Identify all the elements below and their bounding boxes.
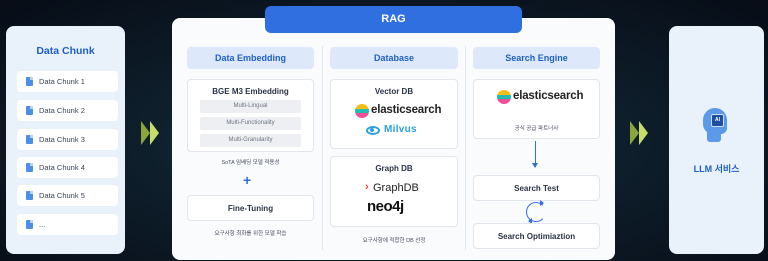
vector-db-title: Vector DB [374, 87, 414, 96]
data-chunk-title: Data Chunk [36, 45, 95, 57]
search-test-title: Search Test [514, 184, 559, 193]
arrow-right-icon [150, 121, 159, 145]
search-optimization-title: Search Optimiaztion [497, 232, 576, 241]
data-chunk-item: Data Chunk 1 [17, 71, 118, 92]
llm-service-title: LLM 서비스 [693, 164, 740, 174]
model-note: SoTA 임베딩 모델 적용성 [221, 160, 280, 166]
search-test-box: Search Test [473, 175, 600, 201]
bge-m3-title: BGE M3 Embedding [212, 87, 289, 96]
database-note: 요구사항에 적합한 DB 선정 [362, 238, 426, 244]
ai-head-icon: AI [701, 108, 731, 144]
data-embedding-header: Data Embedding [187, 47, 314, 69]
data-chunk-panel: Data Chunk Data Chunk 1 Data Chunk 2 Dat… [6, 26, 125, 254]
database-header: Database [330, 47, 458, 69]
graphdb-logo-icon: › [365, 181, 369, 193]
milvus-logo: Milvus [384, 124, 417, 135]
data-chunk-label: Data Chunk 3 [39, 135, 85, 144]
ai-chip-label: AI [711, 114, 724, 127]
data-chunk-item: ... [17, 214, 118, 235]
document-icon [26, 220, 33, 229]
milvus-logo-icon [366, 126, 380, 135]
graphdb-logo: GraphDB [373, 182, 419, 194]
data-chunk-item: Data Chunk 3 [17, 129, 118, 150]
elasticsearch-logo-icon [497, 90, 511, 104]
data-chunk-item: Data Chunk 4 [17, 157, 118, 178]
rag-title: RAG [265, 6, 522, 33]
llm-service-panel: AI LLM 서비스 [669, 26, 764, 254]
search-engine-header: Search Engine [473, 47, 600, 69]
down-arrow-icon [532, 141, 538, 168]
neo4j-logo: neo4j [367, 198, 404, 215]
arrow-right-icon [639, 121, 648, 145]
data-chunk-item: Data Chunk 2 [17, 100, 118, 121]
bge-m3-box: BGE M3 Embedding Multi-Lingual Multi-Fun… [187, 79, 314, 152]
data-chunk-label: Data Chunk 1 [39, 77, 85, 86]
arrow-right-icon [630, 121, 639, 145]
arrow-right-icon [141, 121, 150, 145]
column-divider [322, 46, 323, 250]
elasticsearch-logo-icon [355, 104, 369, 118]
document-icon [26, 163, 33, 172]
partner-note: 공식 공급 파트너사 [514, 126, 559, 132]
document-icon [26, 106, 33, 115]
search-optimization-box: Search Optimiaztion [473, 223, 600, 249]
feature-tag: Multi-Lingual [200, 100, 301, 113]
document-icon [26, 191, 33, 200]
feature-tag: Multi-Granularity [200, 134, 301, 147]
column-divider [465, 46, 466, 250]
data-chunk-label: ... [39, 220, 46, 229]
graph-db-title: Graph DB [375, 164, 413, 173]
plus-icon: + [243, 172, 252, 188]
feature-tag: Multi-Functionality [200, 117, 301, 130]
data-chunk-label: Data Chunk 2 [39, 106, 85, 115]
data-chunk-item: Data Chunk 5 [17, 185, 118, 206]
document-icon [26, 77, 33, 86]
fine-tuning-note: 요구사항 최화를 위한 모델 학습 [214, 231, 287, 237]
elasticsearch-logo: elasticsearch [513, 90, 584, 102]
fine-tuning-box: Fine-Tuning [187, 195, 314, 221]
refresh-cycle-icon [526, 200, 546, 224]
fine-tuning-title: Fine-Tuning [227, 204, 274, 213]
elasticsearch-logo: elasticsearch [371, 104, 442, 116]
document-icon [26, 135, 33, 144]
data-chunk-label: Data Chunk 4 [39, 163, 85, 172]
data-chunk-label: Data Chunk 5 [39, 191, 85, 200]
